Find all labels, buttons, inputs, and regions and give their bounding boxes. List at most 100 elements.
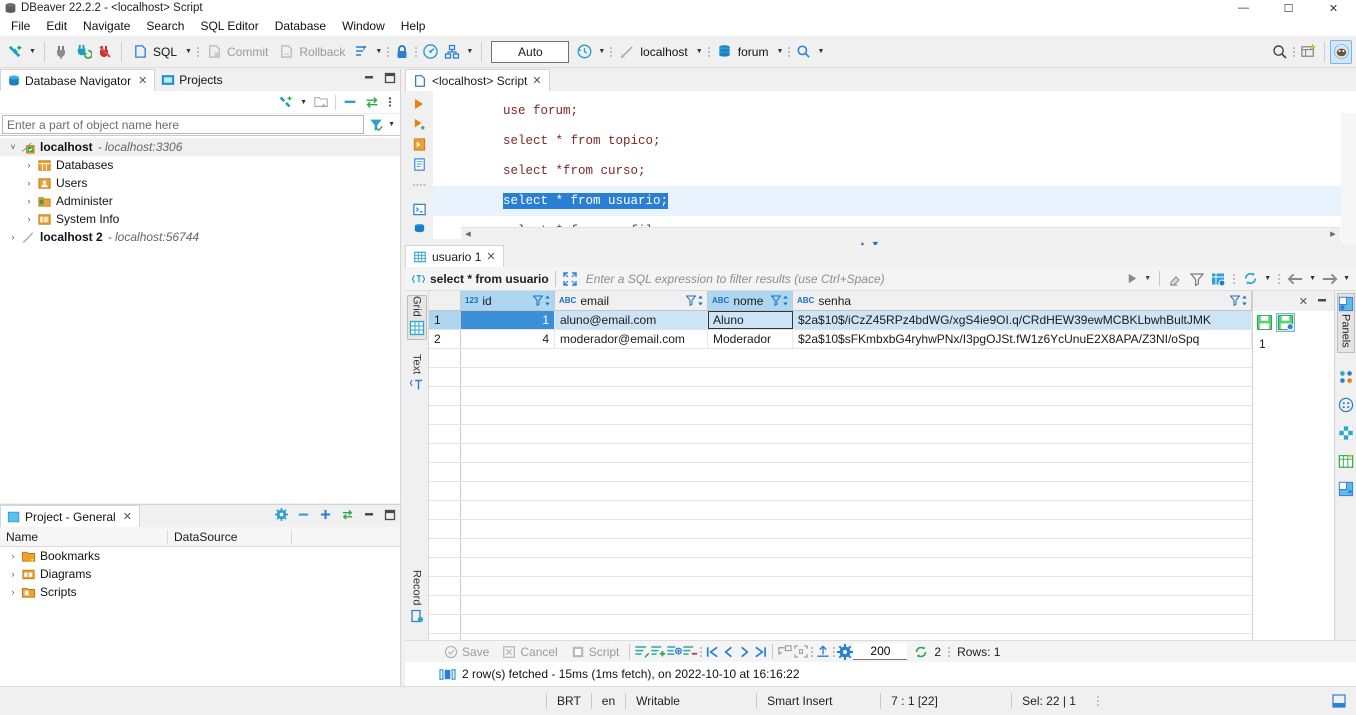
scroll-left-arrow-icon[interactable]: ◀: [461, 230, 475, 238]
tree-item-databases[interactable]: › Databases: [0, 156, 400, 174]
navigate-back-icon[interactable]: [1287, 272, 1304, 286]
column-header-senha[interactable]: ABC senha: [793, 291, 1252, 310]
save-changes-button[interactable]: Save: [437, 644, 495, 660]
new-connection-dropdown-arrow-icon[interactable]: ▼: [300, 99, 307, 106]
edit-row-icon[interactable]: [634, 644, 650, 660]
fit-columns-icon[interactable]: [793, 644, 809, 660]
tab-database-navigator[interactable]: Database Navigator ✕: [0, 69, 156, 91]
cancel-changes-button[interactable]: Cancel: [495, 644, 563, 660]
refresh-connection-icon[interactable]: [72, 40, 94, 64]
duplicate-row-icon[interactable]: [666, 644, 683, 660]
first-row-icon[interactable]: [704, 644, 720, 660]
close-icon[interactable]: ✕: [486, 250, 495, 263]
link-with-editor-icon[interactable]: [341, 508, 354, 521]
tree-item-administer[interactable]: › Administer: [0, 192, 400, 210]
sort-icon[interactable]: [1241, 295, 1248, 306]
minimize-panel-icon[interactable]: [363, 72, 375, 84]
new-connection-icon[interactable]: [278, 94, 294, 110]
cell-senha[interactable]: $2a$10$sFKmbxbG4ryhwPNx/I3pgOJSt.fW1z6Yc…: [793, 330, 1252, 348]
expand-arrow-icon[interactable]: ›: [6, 232, 20, 242]
close-icon[interactable]: ✕: [532, 74, 541, 87]
cell-senha[interactable]: $2a$10$/iCzZ45RPz4bdWG/xgS4ie9OI.q/CRdHE…: [793, 311, 1252, 329]
expand-arrow-icon[interactable]: ›: [22, 214, 36, 224]
execute-script-icon[interactable]: [409, 115, 429, 133]
tree-item-localhost[interactable]: ˅ localhost - localhost:3306: [0, 138, 400, 156]
fetch-size-input[interactable]: [853, 643, 908, 660]
database-selector[interactable]: forum: [712, 40, 774, 64]
table-row[interactable]: 1 1 aluno@email.com Aluno $2a$10$/iCzZ45…: [429, 311, 1252, 330]
close-icon[interactable]: ✕: [123, 510, 132, 523]
expand-arrow-icon[interactable]: ›: [22, 160, 36, 170]
custom-filters-icon[interactable]: [1210, 271, 1226, 287]
sql-code-area[interactable]: use forum; select * from topico; select …: [433, 91, 1356, 239]
expand-arrow-icon[interactable]: ›: [22, 196, 36, 206]
global-search-icon[interactable]: [1269, 40, 1291, 64]
menu-sql-editor[interactable]: SQL Editor: [192, 17, 266, 35]
add-row-icon[interactable]: [650, 644, 666, 660]
refresh-icon[interactable]: [913, 644, 929, 660]
filter-settings-icon[interactable]: [1189, 271, 1205, 287]
connection-selector[interactable]: localhost: [614, 40, 692, 64]
scroll-right-arrow-icon[interactable]: ▶: [1326, 230, 1340, 238]
save-value-to-file-icon[interactable]: [1276, 312, 1295, 332]
upload-icon[interactable]: [815, 644, 831, 660]
view-menu-icon[interactable]: [386, 94, 394, 110]
filter-settings-icon[interactable]: [368, 117, 384, 133]
maximize-button[interactable]: ☐: [1266, 0, 1311, 16]
connection-dropdown-arrow-icon[interactable]: ▼: [693, 40, 706, 64]
collapse-all-icon[interactable]: [342, 94, 358, 110]
expand-arrow-icon[interactable]: ›: [6, 569, 20, 579]
delete-row-icon[interactable]: [682, 644, 698, 660]
generate-script-button[interactable]: Script: [564, 644, 626, 660]
export-results-icon[interactable]: [777, 644, 793, 660]
menu-window[interactable]: Window: [334, 17, 393, 35]
query-history-icon[interactable]: [573, 40, 595, 64]
link-with-editor-icon[interactable]: [364, 94, 380, 110]
tab-localhost-script[interactable]: <localhost> Script ✕: [405, 69, 550, 91]
minimize-button[interactable]: —: [1221, 0, 1266, 16]
cell-nome[interactable]: Aluno: [708, 311, 793, 329]
column-header-datasource[interactable]: DataSource: [168, 529, 292, 544]
previous-row-icon[interactable]: [720, 644, 736, 660]
filter-query-display[interactable]: select * from usuario: [405, 272, 549, 286]
rollback-button[interactable]: Rollback: [273, 40, 350, 64]
column-header-nome[interactable]: ABC nome: [708, 291, 793, 310]
cell-email[interactable]: aluno@email.com: [555, 311, 708, 329]
schema-dropdown-arrow-icon[interactable]: ▼: [463, 40, 476, 64]
new-connection-icon[interactable]: [4, 40, 26, 64]
more-actions-icon[interactable]: [409, 176, 429, 194]
filter-dropdown-arrow-icon[interactable]: ▼: [388, 121, 395, 128]
forward-dropdown-arrow-icon[interactable]: ▼: [1343, 275, 1350, 282]
panels-toggle[interactable]: Panels: [1336, 293, 1355, 353]
last-row-icon[interactable]: [752, 644, 768, 660]
expand-arrow-icon[interactable]: ›: [6, 551, 20, 561]
maximize-panel-icon[interactable]: [384, 509, 396, 521]
calc-icon[interactable]: [1337, 424, 1355, 442]
references-icon[interactable]: [1337, 480, 1355, 498]
grouping-icon[interactable]: [1337, 396, 1355, 414]
sort-icon[interactable]: [697, 295, 704, 306]
back-dropdown-arrow-icon[interactable]: ▼: [1309, 275, 1316, 282]
minimize-panel-icon[interactable]: [1316, 295, 1328, 307]
expand-arrow-icon[interactable]: ˅: [6, 142, 20, 152]
refresh-dropdown-arrow-icon[interactable]: ▼: [1264, 275, 1271, 282]
filter-history-dropdown-arrow-icon[interactable]: ▼: [1144, 275, 1151, 282]
database-dropdown-arrow-icon[interactable]: ▼: [773, 40, 786, 64]
transaction-auto-combo[interactable]: Auto: [491, 40, 570, 63]
expand-arrow-icon[interactable]: ›: [6, 587, 20, 597]
apply-filter-icon[interactable]: [1126, 272, 1139, 285]
filter-icon[interactable]: [1230, 295, 1240, 306]
tree-item-system-info[interactable]: › System Info: [0, 210, 400, 228]
search-icon[interactable]: [792, 40, 814, 64]
perspective-avatar-icon[interactable]: [1330, 39, 1352, 64]
search-dropdown-arrow-icon[interactable]: ▼: [814, 40, 827, 64]
disconnect-icon[interactable]: [50, 40, 72, 64]
cell-nome[interactable]: Moderador: [708, 330, 793, 348]
presentation-tab-record[interactable]: Record: [408, 570, 426, 627]
expand-arrow-icon[interactable]: ›: [22, 178, 36, 188]
transaction-mode-icon[interactable]: [350, 40, 372, 64]
new-sql-editor-button[interactable]: SQL: [127, 40, 182, 64]
object-filter-input[interactable]: [2, 115, 365, 134]
presentation-tab-text[interactable]: Text: [408, 354, 426, 396]
table-row[interactable]: 2 4 moderador@email.com Moderador $2a$10…: [429, 330, 1252, 349]
